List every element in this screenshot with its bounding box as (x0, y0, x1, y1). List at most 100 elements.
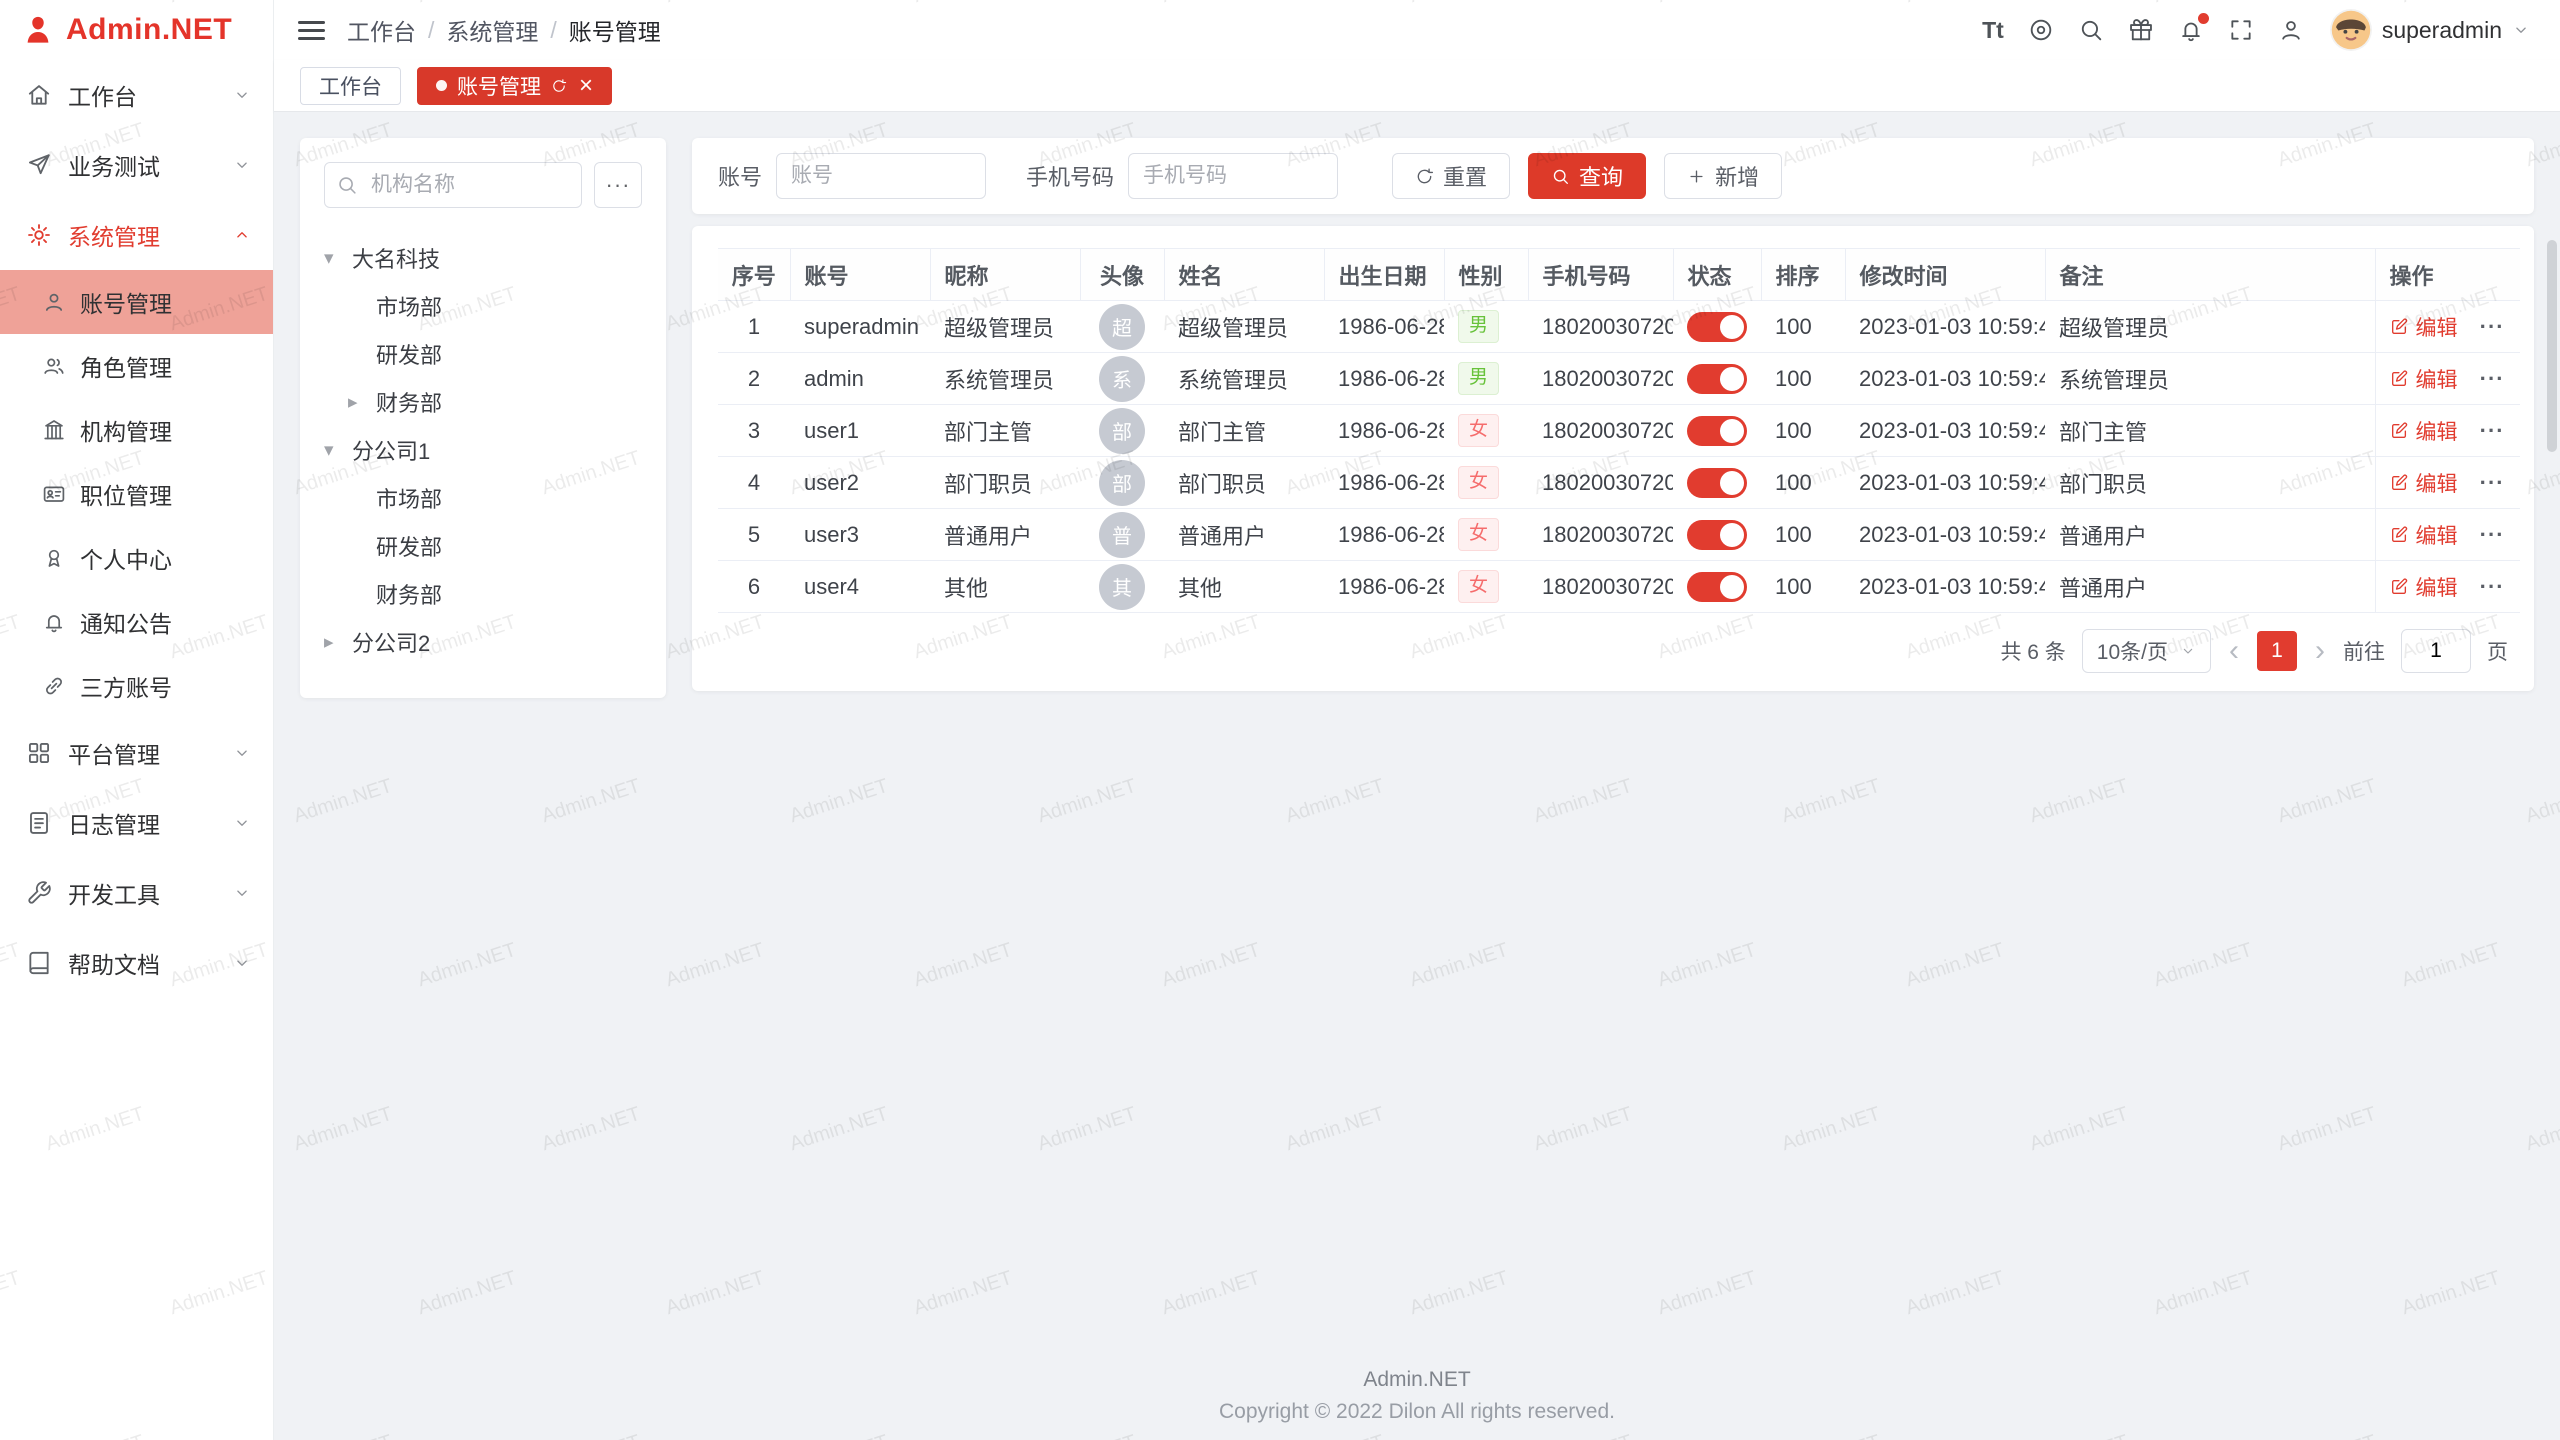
account-input[interactable] (776, 153, 986, 199)
tab-close-icon[interactable]: × (579, 74, 593, 98)
phone-input[interactable] (1128, 153, 1338, 199)
status-toggle[interactable] (1687, 312, 1747, 342)
table-row[interactable]: 5 user3 普通用户 普 普通用户 1986-06-28 女 1802003… (718, 509, 2520, 561)
tree-node[interactable]: 财务部 (348, 570, 642, 618)
status-toggle[interactable] (1687, 364, 1747, 394)
current-page-button[interactable]: 1 (2257, 631, 2297, 671)
prev-page-button[interactable]: ‹ (2227, 636, 2241, 666)
edit-button[interactable]: 编辑 (2390, 416, 2458, 446)
edit-button[interactable]: 编辑 (2390, 520, 2458, 550)
cell-account: user3 (790, 509, 930, 561)
status-toggle[interactable] (1687, 468, 1747, 498)
fullscreen-icon[interactable] (2228, 17, 2254, 43)
sidebar-item-position-mgmt[interactable]: 职位管理 (0, 462, 273, 526)
menu-toggle-icon[interactable] (298, 16, 325, 45)
edit-button[interactable]: 编辑 (2390, 572, 2458, 602)
add-button[interactable]: 新增 (1664, 153, 1782, 199)
gender-badge: 女 (1458, 466, 1499, 499)
reset-button[interactable]: 重置 (1392, 153, 1510, 199)
breadcrumb-item[interactable]: 工作台 (347, 13, 416, 47)
sidebar-item-notice[interactable]: 通知公告 (0, 590, 273, 654)
tree-node[interactable]: ▾大名科技 (324, 234, 642, 282)
caret-down-icon[interactable]: ▾ (324, 247, 352, 270)
link-icon (42, 674, 66, 698)
sidebar-item-business-test[interactable]: 业务测试 (0, 130, 273, 200)
more-actions-button[interactable]: ··· (2480, 366, 2505, 391)
more-actions-button[interactable]: ··· (2480, 574, 2505, 599)
chevron-down-icon (233, 156, 251, 174)
table-row[interactable]: 4 user2 部门职员 部 部门职员 1986-06-28 女 1802003… (718, 457, 2520, 509)
edit-button[interactable]: 编辑 (2390, 364, 2458, 394)
gender-badge: 女 (1458, 570, 1499, 603)
table-row[interactable]: 2 admin 系统管理员 系 系统管理员 1986-06-28 男 18020… (718, 353, 2520, 405)
theme-icon[interactable] (2028, 17, 2054, 43)
table-row[interactable]: 6 user4 其他 其 其他 1986-06-28 女 18020030720… (718, 561, 2520, 613)
sidebar-submenu: 账号管理角色管理机构管理职位管理个人中心通知公告三方账号 (0, 270, 273, 718)
more-actions-button[interactable]: ··· (2480, 314, 2505, 339)
org-search-input[interactable] (324, 162, 582, 208)
cell-order: 100 (1761, 509, 1845, 561)
org-more-button[interactable]: ··· (594, 162, 642, 208)
column-header: 手机号码 (1528, 249, 1673, 301)
caret-down-icon[interactable]: ▾ (324, 439, 352, 462)
tree-node[interactable]: 市场部 (348, 282, 642, 330)
tree-node[interactable]: 市场部 (348, 474, 642, 522)
caret-right-icon[interactable]: ▸ (324, 631, 352, 654)
sidebar-item-account-mgmt[interactable]: 账号管理 (0, 270, 273, 334)
status-toggle[interactable] (1687, 416, 1747, 446)
table-body: 1 superadmin 超级管理员 超 超级管理员 1986-06-28 男 … (718, 301, 2520, 613)
profile-icon[interactable] (2278, 17, 2304, 43)
table-row[interactable]: 1 superadmin 超级管理员 超 超级管理员 1986-06-28 男 … (718, 301, 2520, 353)
sidebar-item-log-mgmt[interactable]: 日志管理 (0, 788, 273, 858)
tree-node[interactable]: 研发部 (348, 522, 642, 570)
tree-node[interactable]: ▸分公司2 (324, 618, 642, 666)
table-row[interactable]: 3 user1 部门主管 部 部门主管 1986-06-28 女 1802003… (718, 405, 2520, 457)
footer-copyright: Copyright © 2022 Dilon All rights reserv… (274, 1400, 2560, 1424)
cell-birthdate: 1986-06-28 (1324, 405, 1444, 457)
cell-remark: 系统管理员 (2045, 353, 2375, 405)
edit-button[interactable]: 编辑 (2390, 312, 2458, 342)
page-size-select[interactable]: 10条/页 (2082, 629, 2211, 673)
sidebar-item-dev-tools[interactable]: 开发工具 (0, 858, 273, 928)
gift-icon[interactable] (2128, 17, 2154, 43)
notification-icon[interactable] (2178, 17, 2204, 43)
next-page-button[interactable]: › (2313, 636, 2327, 666)
edit-button[interactable]: 编辑 (2390, 468, 2458, 498)
users-icon (42, 354, 66, 378)
user-menu[interactable]: superadmin (2330, 9, 2530, 51)
brand-logo[interactable]: Admin.NET (0, 0, 273, 60)
sidebar-item-label: 账号管理 (80, 285, 251, 319)
tab-refresh-icon[interactable] (551, 78, 567, 94)
caret-right-icon[interactable]: ▸ (348, 391, 376, 414)
breadcrumb-item[interactable]: 系统管理 (446, 13, 538, 47)
sidebar-item-system-mgmt[interactable]: 系统管理 (0, 200, 273, 270)
sidebar-item-platform-mgmt[interactable]: 平台管理 (0, 718, 273, 788)
more-actions-button[interactable]: ··· (2480, 470, 2505, 495)
font-size-icon[interactable]: Tt (1982, 17, 2004, 44)
sidebar-item-help-docs[interactable]: 帮助文档 (0, 928, 273, 998)
sidebar-item-role-mgmt[interactable]: 角色管理 (0, 334, 273, 398)
query-button[interactable]: 查询 (1528, 153, 1646, 199)
tree-node[interactable]: ▾分公司1 (324, 426, 642, 474)
sidebar-item-third-party-account[interactable]: 三方账号 (0, 654, 273, 718)
cell-account: user2 (790, 457, 930, 509)
scrollbar-thumb[interactable] (2547, 240, 2557, 452)
more-actions-button[interactable]: ··· (2480, 418, 2505, 443)
tab-account-mgmt[interactable]: 账号管理× (417, 67, 612, 105)
more-actions-button[interactable]: ··· (2480, 522, 2505, 547)
sidebar-item-org-mgmt[interactable]: 机构管理 (0, 398, 273, 462)
cell-order: 100 (1761, 353, 1845, 405)
row-avatar: 部 (1099, 408, 1145, 454)
sidebar-item-label: 工作台 (68, 78, 217, 112)
status-toggle[interactable] (1687, 572, 1747, 602)
sidebar-item-workbench[interactable]: 工作台 (0, 60, 273, 130)
tree-node[interactable]: ▸财务部 (348, 378, 642, 426)
cell-index: 3 (718, 405, 790, 457)
cell-index: 2 (718, 353, 790, 405)
status-toggle[interactable] (1687, 520, 1747, 550)
goto-page-input[interactable] (2401, 629, 2471, 673)
tab-workbench[interactable]: 工作台 (300, 67, 401, 105)
search-icon[interactable] (2078, 17, 2104, 43)
tree-node[interactable]: 研发部 (348, 330, 642, 378)
sidebar-item-personal-center[interactable]: 个人中心 (0, 526, 273, 590)
